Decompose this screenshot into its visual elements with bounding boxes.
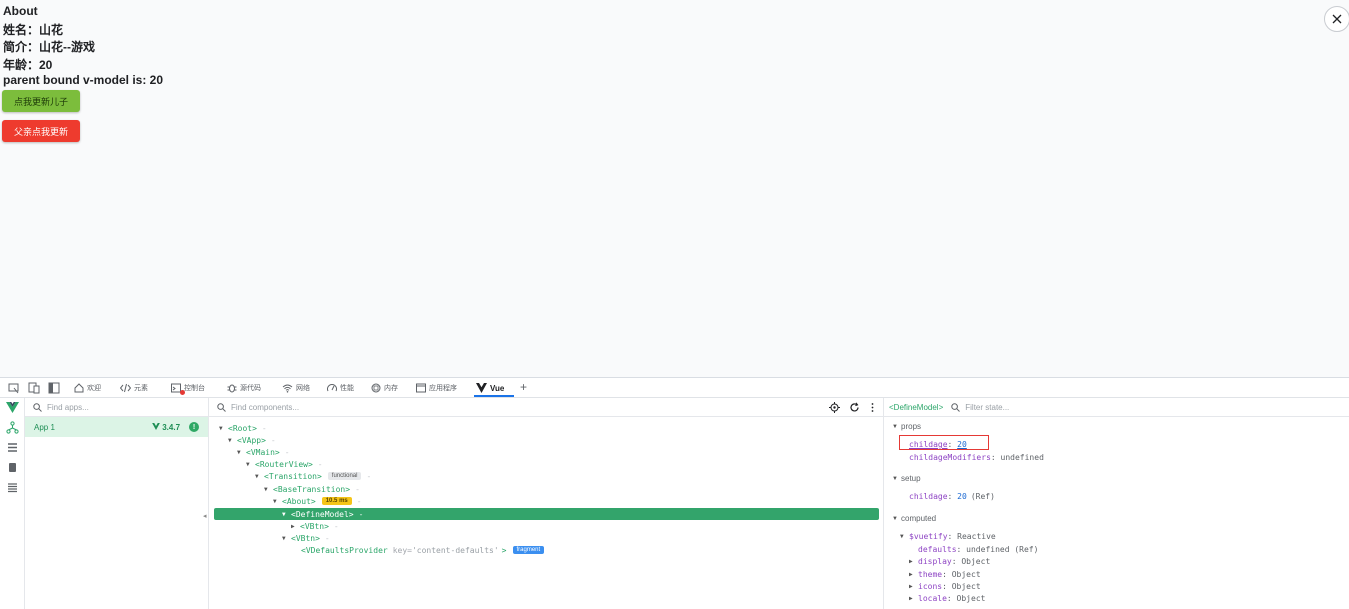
tree-node-basetransition[interactable]: ▼ <BaseTransition> - bbox=[264, 483, 360, 495]
intro-line: 简介：山花--游戏 bbox=[3, 40, 95, 54]
name-line: 姓名：山花 bbox=[3, 23, 64, 37]
pane-resize-handle[interactable]: ◂ bbox=[203, 512, 207, 520]
search-icon bbox=[951, 402, 961, 412]
component-state-pane: <DefineModel> Filter state... ▼ props chi… bbox=[884, 398, 1349, 609]
tab-application[interactable]: 应用程序 bbox=[416, 380, 457, 396]
wifi-icon bbox=[282, 384, 293, 393]
dock-side-icon[interactable] bbox=[48, 382, 60, 394]
computed-defaults[interactable]: defaults: undefined (Ref) bbox=[918, 545, 1038, 554]
setup-childage[interactable]: childage: 20 (Ref) bbox=[909, 492, 995, 501]
prop-childagemodifiers[interactable]: childageModifiers: undefined bbox=[909, 453, 1044, 462]
tree-node-about[interactable]: ▼ <About> 10.5 ms - bbox=[273, 495, 362, 507]
section-computed[interactable]: ▼ computed bbox=[892, 514, 936, 523]
tree-node-vdefaultsprovider[interactable]: <VDefaultsProvider key='content-defaults'… bbox=[301, 544, 545, 556]
timeline-icon[interactable] bbox=[6, 441, 19, 454]
add-tab-button[interactable]: + bbox=[520, 379, 527, 395]
state-header: <DefineModel> Filter state... bbox=[884, 398, 1349, 417]
tree-node-routerview[interactable]: ▼ <RouterView> - bbox=[246, 458, 323, 470]
age-line: 年龄：20 bbox=[3, 58, 53, 72]
tree-node-vapp[interactable]: ▼ <VApp> - bbox=[228, 434, 276, 446]
apps-search[interactable]: Find apps... bbox=[25, 398, 208, 417]
page-viewport: About 姓名：山花 简介：山花--游戏 年龄：20 parent bound… bbox=[0, 0, 1349, 378]
computed-vuetify[interactable]: ▼ $vuetify: Reactive bbox=[900, 532, 996, 541]
functional-badge: functional bbox=[327, 472, 362, 480]
components-icon[interactable] bbox=[6, 421, 19, 434]
bug-icon bbox=[227, 384, 237, 393]
more-options-icon[interactable] bbox=[870, 402, 875, 413]
section-setup[interactable]: ▼ setup bbox=[892, 474, 921, 483]
info-icon[interactable]: ! bbox=[189, 422, 199, 432]
search-icon bbox=[33, 402, 42, 412]
inspect-icon[interactable] bbox=[8, 382, 20, 394]
console-error-dot bbox=[180, 390, 185, 395]
vue-devtools-rail bbox=[0, 398, 25, 609]
device-toolbar-icon[interactable] bbox=[28, 382, 40, 394]
tree-node-root[interactable]: ▼ <Root> - bbox=[219, 422, 267, 434]
close-icon bbox=[1332, 14, 1342, 24]
app-version: 3.4.7 bbox=[152, 423, 180, 432]
section-props[interactable]: ▼ props bbox=[892, 422, 921, 431]
apps-pane: Find apps... App 1 3.4.7 ! bbox=[25, 398, 209, 609]
parent-update-button[interactable]: 父亲点我更新 bbox=[2, 120, 80, 142]
tree-node-vbtn[interactable]: ▼ <VBtn> - bbox=[282, 532, 330, 544]
app-name: App 1 bbox=[34, 423, 55, 432]
home-icon bbox=[74, 383, 84, 393]
apps-search-input[interactable]: Find apps... bbox=[47, 403, 89, 412]
routes-icon[interactable] bbox=[6, 481, 19, 494]
tree-node-vbtn[interactable]: ▶ <VBtn> - bbox=[291, 520, 339, 532]
fragment-badge: fragment bbox=[512, 546, 545, 554]
state-filter-input[interactable]: Filter state... bbox=[965, 403, 1009, 412]
page-heading: About bbox=[3, 4, 38, 18]
application-icon bbox=[416, 383, 426, 393]
tab-elements[interactable]: 元素 bbox=[120, 380, 148, 396]
computed-icons[interactable]: ▶ icons: Object bbox=[909, 582, 981, 591]
components-search-input[interactable]: Find components... bbox=[231, 403, 299, 412]
prop-childage[interactable]: childage: 20 bbox=[909, 440, 967, 449]
vue-logo-icon bbox=[152, 423, 160, 430]
computed-locale[interactable]: ▶ locale: Object bbox=[909, 594, 985, 603]
tab-performance[interactable]: 性能 bbox=[327, 380, 354, 396]
computed-theme[interactable]: ▶ theme: Object bbox=[909, 570, 981, 579]
computed-display[interactable]: ▶ display: Object bbox=[909, 557, 990, 566]
tree-node-transition[interactable]: ▼ <Transition> functional - bbox=[255, 470, 371, 482]
render-time-badge: 10.5 ms bbox=[321, 497, 352, 505]
select-component-icon[interactable] bbox=[829, 402, 840, 413]
refresh-icon[interactable] bbox=[849, 402, 860, 413]
close-button[interactable] bbox=[1324, 6, 1349, 32]
state-filter[interactable]: Filter state... bbox=[951, 403, 1009, 412]
active-tab-indicator bbox=[474, 395, 514, 397]
tree-node-definemodel[interactable]: ▼ <DefineModel> - bbox=[282, 508, 363, 520]
tab-welcome[interactable]: 欢迎 bbox=[74, 380, 101, 396]
devtools-tab-bar: 欢迎 元素 控制台 源代码 网络 性能 内存 应用程序 Vue + bbox=[0, 378, 1349, 398]
selected-component-name: <DefineModel> bbox=[889, 402, 944, 412]
vue-logo-icon bbox=[476, 383, 487, 393]
search-icon bbox=[217, 402, 226, 412]
tab-vue[interactable]: Vue bbox=[476, 380, 504, 396]
memory-icon bbox=[371, 383, 381, 393]
tree-node-vmain[interactable]: ▼ <VMain> - bbox=[237, 446, 290, 458]
performance-icon bbox=[327, 384, 337, 392]
code-icon bbox=[120, 383, 131, 393]
tab-sources[interactable]: 源代码 bbox=[227, 380, 261, 396]
component-tree-pane: Find components... ▼ <Root> - ▼ <VApp> - ▼ <V… bbox=[203, 398, 884, 609]
vue-logo-icon bbox=[6, 402, 19, 413]
devtools-panel: 欢迎 元素 控制台 源代码 网络 性能 内存 应用程序 Vue + Find a… bbox=[0, 378, 1349, 609]
components-search[interactable]: Find components... bbox=[209, 398, 884, 417]
tab-console[interactable]: 控制台 bbox=[171, 380, 205, 396]
app-list-item[interactable]: App 1 3.4.7 ! bbox=[25, 417, 208, 437]
update-child-button[interactable]: 点我更新儿子 bbox=[2, 90, 80, 112]
tab-memory[interactable]: 内存 bbox=[371, 380, 398, 396]
vmodel-line: parent bound v-model is: 20 bbox=[3, 73, 164, 87]
tab-network[interactable]: 网络 bbox=[282, 380, 310, 396]
pinia-icon[interactable] bbox=[6, 461, 19, 474]
